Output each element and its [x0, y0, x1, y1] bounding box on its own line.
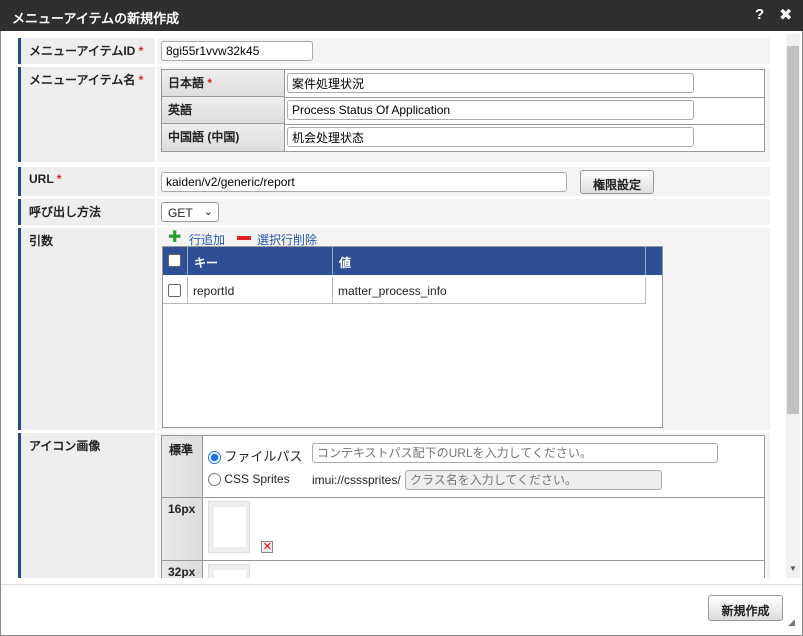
method-selected: GET: [168, 206, 193, 220]
id-label: メニューアイテムID *: [18, 38, 155, 64]
row-checkbox[interactable]: [168, 284, 181, 297]
css-sprites-label: CSS Sprites: [224, 472, 290, 486]
required-mark: *: [207, 76, 213, 90]
select-all-checkbox[interactable]: [168, 254, 181, 267]
dialog-title: メニューアイテムの新規作成: [12, 11, 180, 26]
name-zh-input[interactable]: [287, 127, 694, 147]
icon-table: 標準 16px 32px ファイルパス CSS Sprites imui://c…: [161, 435, 765, 578]
name-en-input[interactable]: [287, 100, 694, 120]
lang-en-label: 英語: [162, 97, 285, 124]
icon32-preview[interactable]: [208, 564, 250, 578]
sprite-prefix: imui://csssprites/: [312, 473, 401, 487]
close-icon[interactable]: ✖: [779, 5, 792, 25]
divider: [285, 97, 765, 98]
help-icon[interactable]: ?: [755, 6, 764, 23]
menu-item-id-input[interactable]: [161, 41, 313, 61]
header-filler: [646, 247, 662, 275]
divider: [285, 124, 765, 125]
css-sprites-radio-wrap[interactable]: CSS Sprites: [208, 472, 290, 487]
plus-icon: ✚: [168, 229, 182, 246]
required-mark: *: [56, 172, 62, 186]
url-label: URL *: [18, 167, 155, 196]
method-label: 呼び出し方法: [18, 199, 155, 225]
name-ja-input[interactable]: [287, 73, 694, 93]
row-select-cell: [163, 277, 188, 304]
args-grid: キー 値 reportId matter_process_info: [162, 246, 663, 428]
id-label-text: メニューアイテムID: [29, 44, 136, 58]
divider: [162, 497, 764, 498]
column-header-key[interactable]: キー: [188, 247, 333, 275]
resize-handle-icon[interactable]: ◢: [788, 617, 795, 628]
standard-label: 標準: [169, 443, 194, 457]
url-input[interactable]: [161, 172, 567, 192]
args-label: 引数: [18, 228, 155, 430]
lang-ja-label: 日本語 *: [162, 70, 285, 97]
minus-icon: [237, 236, 251, 240]
permission-settings-button[interactable]: 権限設定: [580, 170, 654, 194]
css-sprites-radio[interactable]: [208, 473, 221, 487]
divider: [162, 560, 764, 561]
name-label: メニューアイテム名 *: [18, 67, 155, 162]
scroll-down-icon[interactable]: ▼: [789, 564, 797, 573]
name-label-text: メニューアイテム名: [29, 73, 136, 87]
dialog-titlebar: メニューアイテムの新規作成 ? ✖: [0, 0, 803, 31]
icon16-preview[interactable]: [208, 501, 250, 553]
footer-divider: [1, 584, 802, 585]
file-path-radio-wrap[interactable]: ファイルパス: [208, 446, 302, 465]
language-table: 日本語 * 英語 中国語 (中国): [161, 69, 765, 152]
method-select[interactable]: GET ⌄: [161, 202, 219, 222]
required-mark: *: [138, 73, 144, 87]
chevron-down-icon: ⌄: [203, 206, 213, 218]
create-button[interactable]: 新規作成: [708, 595, 783, 621]
lang-label: 日本語: [168, 76, 205, 90]
size32-label: 32px: [168, 565, 196, 578]
scrollbar[interactable]: ▼: [786, 34, 800, 578]
delete-image-icon[interactable]: ✕: [261, 541, 273, 553]
file-path-input[interactable]: [312, 443, 718, 463]
select-all-cell: [163, 247, 188, 275]
lang-zh-label: 中国語 (中国): [162, 124, 285, 151]
required-mark: *: [138, 44, 144, 58]
file-path-radio[interactable]: [208, 451, 221, 465]
size16-label: 16px: [168, 502, 196, 516]
method-value-cell: [157, 199, 770, 225]
scrollbar-thumb[interactable]: [787, 46, 799, 414]
class-name-input[interactable]: [405, 470, 662, 490]
row-key-cell[interactable]: reportId: [188, 277, 333, 304]
url-label-text: URL: [29, 172, 54, 186]
file-path-label: ファイルパス: [224, 449, 303, 464]
column-header-value[interactable]: 値: [333, 247, 646, 275]
row-value-cell[interactable]: matter_process_info: [333, 277, 646, 304]
icon-label: アイコン画像: [18, 433, 155, 578]
